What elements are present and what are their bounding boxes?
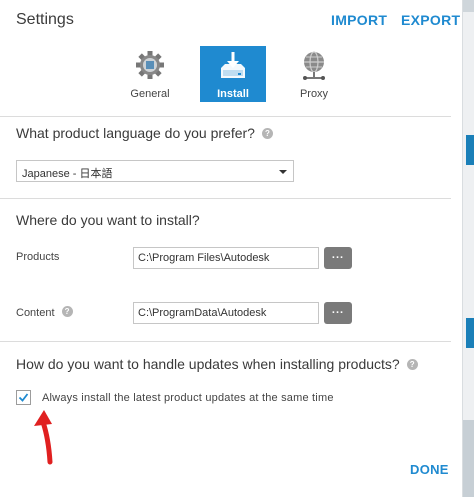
content-path-input[interactable]: C:\ProgramData\Autodesk [133, 302, 319, 324]
language-select[interactable]: Japanese - 日本語 [16, 160, 294, 182]
browse-label: ... [331, 249, 345, 261]
install-tray-icon [221, 52, 245, 78]
settings-dialog: Settings IMPORT EXPORT General Install P… [0, 0, 463, 497]
background-block [466, 135, 474, 165]
products-label: Products [16, 251, 60, 263]
language-select-value: Japanese - 日本語 [22, 168, 113, 180]
tab-install[interactable]: Install [200, 46, 266, 102]
products-path-input[interactable]: C:\Program Files\Autodesk [133, 247, 319, 269]
tab-general-label: General [130, 88, 170, 100]
updates-question: How do you want to handle updates when i… [16, 356, 418, 372]
language-question: What product language do you prefer?? [16, 125, 273, 141]
divider [0, 341, 451, 342]
divider [0, 116, 451, 117]
browse-label: ... [331, 304, 345, 316]
install-question: Where do you want to install? [16, 212, 200, 228]
language-question-text: What product language do you prefer? [16, 125, 255, 141]
help-icon[interactable]: ? [61, 306, 73, 317]
dialog-title: Settings [16, 11, 74, 28]
background-window-strip [463, 0, 474, 497]
tab-general[interactable]: General [117, 46, 183, 102]
chevron-down-icon [279, 170, 287, 174]
tab-install-label: Install [217, 88, 249, 100]
export-button[interactable]: EXPORT [401, 12, 460, 28]
divider [0, 198, 451, 199]
content-label: Content [16, 307, 55, 319]
content-browse-button[interactable]: ... [324, 302, 352, 324]
tab-proxy-label: Proxy [299, 88, 329, 100]
products-browse-button[interactable]: ... [324, 247, 352, 269]
help-icon[interactable]: ? [406, 359, 418, 370]
updates-question-text: How do you want to handle updates when i… [16, 356, 400, 372]
annotation-arrow-icon [34, 410, 53, 465]
checkmark-icon [18, 393, 29, 402]
gear-icon [136, 51, 164, 79]
background-block [463, 0, 474, 12]
tab-proxy[interactable]: Proxy [281, 46, 347, 102]
content-label-row: Content? [16, 306, 73, 319]
background-block [463, 420, 474, 497]
import-button[interactable]: IMPORT [331, 12, 387, 28]
globe-network-icon [303, 51, 325, 80]
help-icon[interactable]: ? [261, 128, 273, 139]
auto-update-checkbox[interactable] [16, 390, 31, 405]
auto-update-label: Always install the latest product update… [42, 392, 334, 404]
background-block [466, 318, 474, 348]
done-button[interactable]: DONE [410, 462, 449, 477]
